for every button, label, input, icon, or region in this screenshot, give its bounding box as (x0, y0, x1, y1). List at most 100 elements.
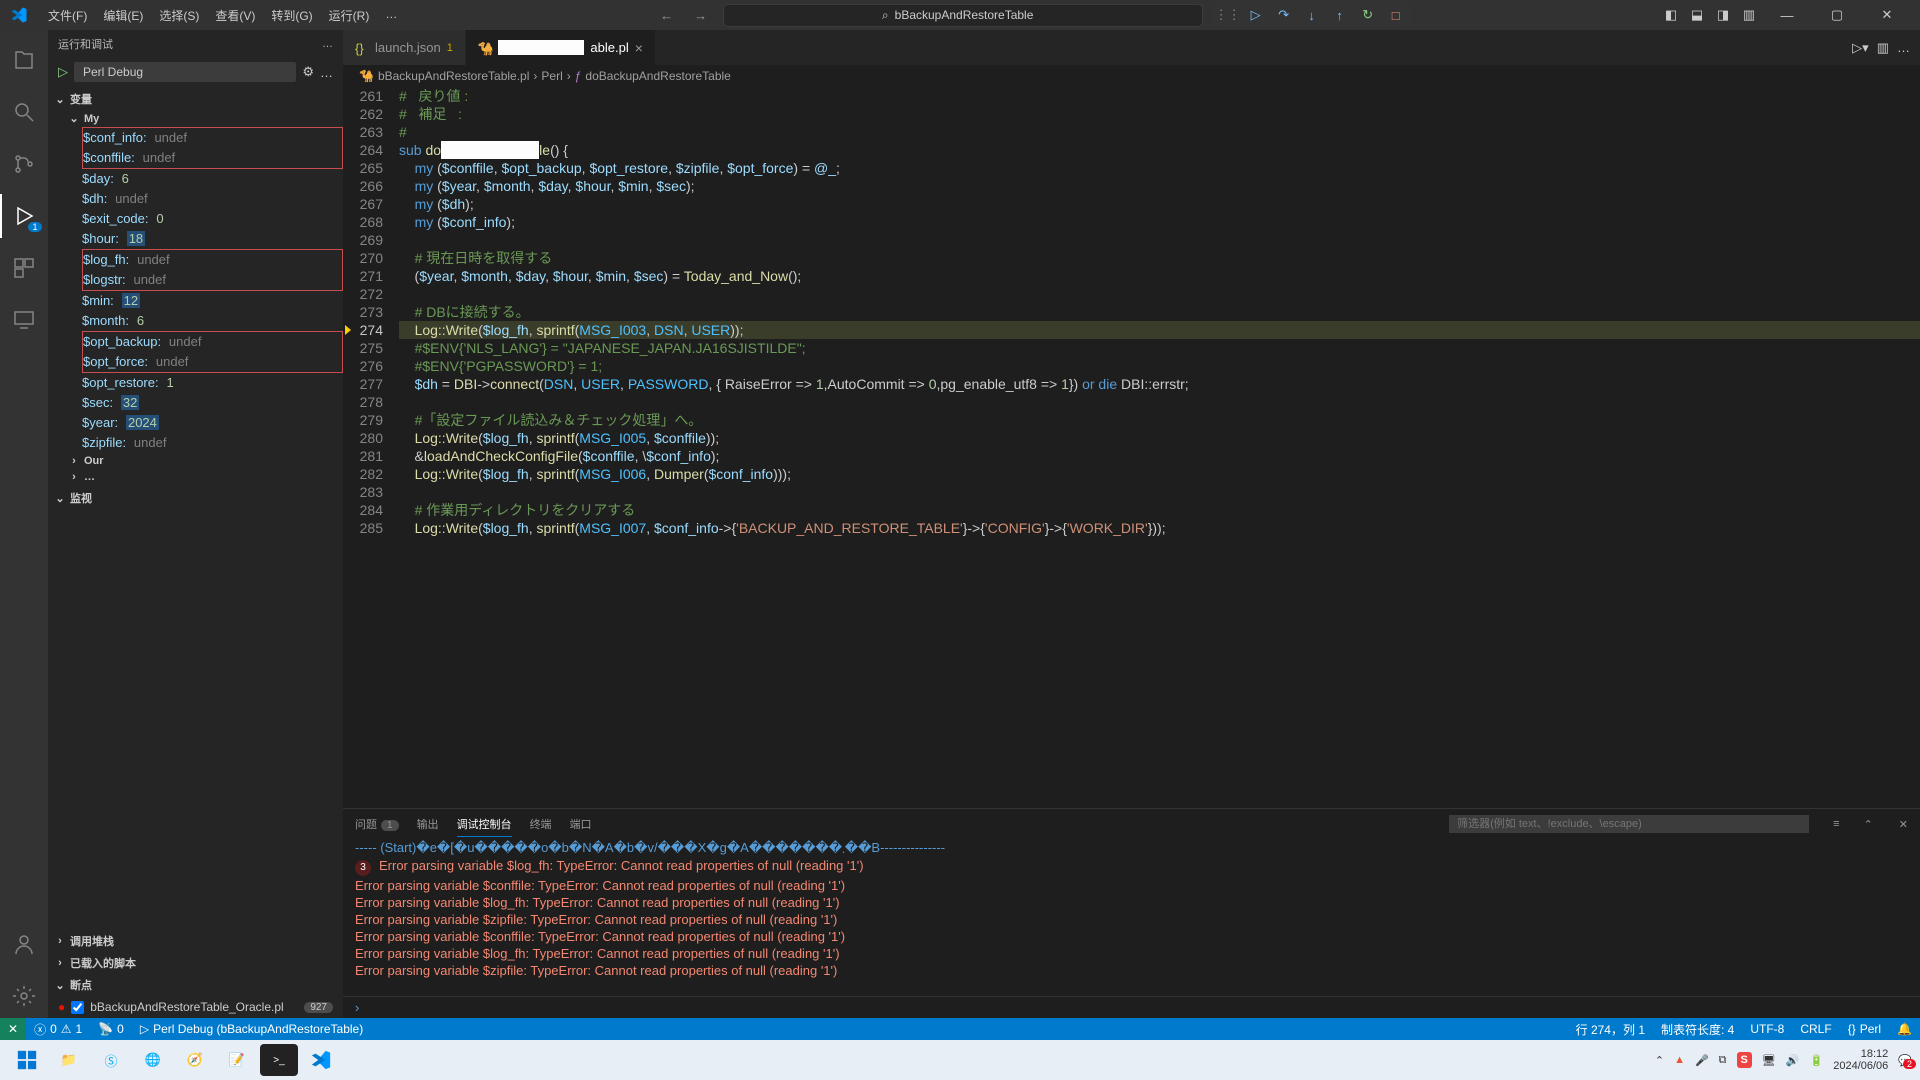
code-line[interactable]: #$ENV{'NLS_LANG'} = "JAPANESE_JAPAN.JA16… (399, 339, 1920, 357)
code-line[interactable] (399, 285, 1920, 303)
run-debug-icon[interactable]: 1 (0, 194, 48, 238)
code-line[interactable]: # 作業用ディレクトリをクリアする (399, 501, 1920, 519)
code-editor[interactable]: 2612622632642652662672682692702712722732… (343, 87, 1920, 808)
gear-icon[interactable]: ⚙ (302, 64, 314, 80)
start-debug-icon[interactable]: ▷ (58, 64, 68, 80)
section-loaded[interactable]: ›已载入的脚本 (48, 952, 343, 974)
file-explorer-icon[interactable]: 📁 (50, 1044, 88, 1076)
problems-status[interactable]: ⓧ 0 ⚠ 1 (26, 1021, 90, 1038)
accounts-icon[interactable] (0, 922, 48, 966)
notepad-icon[interactable]: 📝 (218, 1044, 256, 1076)
window-minimize-icon[interactable]: — (1764, 0, 1810, 30)
layout-bottom-icon[interactable]: ⬓ (1686, 4, 1708, 26)
console-filter-input[interactable] (1449, 815, 1809, 833)
debug-console-output[interactable]: ----- (Start)�e�[�u�����o�b�N�A�b�v/���X… (343, 839, 1920, 996)
continue-icon[interactable]: ▷ (1243, 4, 1269, 26)
tray-icon[interactable]: 🖥 (1762, 1054, 1776, 1067)
menu-item[interactable]: 运行(R) (321, 5, 378, 26)
grip-icon[interactable]: ⋮⋮ (1215, 4, 1241, 26)
settings-gear-icon[interactable] (0, 974, 48, 1018)
breadcrumb[interactable]: 🐪 bBackupAndRestoreTable.pl› Perl› ƒ doB… (343, 65, 1920, 87)
panel-maximize-icon[interactable]: ⌃ (1864, 818, 1873, 831)
editor-tab[interactable]: {}launch.json1 (343, 30, 466, 65)
window-maximize-icon[interactable]: ▢ (1814, 0, 1860, 30)
scope-hidden[interactable]: ›… (48, 469, 343, 485)
step-into-icon[interactable]: ↓ (1299, 4, 1325, 26)
variable-row[interactable]: $year: 2024 (82, 413, 343, 433)
variable-row[interactable]: $day: 6 (82, 169, 343, 189)
tray-chevron-icon[interactable]: ⌃ (1655, 1054, 1664, 1067)
code-line[interactable]: my ($conf_info); (399, 213, 1920, 231)
variable-row[interactable]: $sec: 32 (82, 393, 343, 413)
menu-item[interactable]: 查看(V) (207, 5, 263, 26)
tab-debug-console[interactable]: 调试控制台 (457, 812, 512, 837)
variable-row[interactable]: $dh: undef (82, 189, 343, 209)
clock[interactable]: 18:122024/06/06 (1833, 1048, 1888, 1072)
edge-icon[interactable]: 🌐 (134, 1044, 172, 1076)
code-line[interactable] (399, 393, 1920, 411)
menu-item[interactable]: 选择(S) (151, 5, 207, 26)
code-line[interactable]: Log::Write($log_fh, sprintf(MSG_I005, $c… (399, 429, 1920, 447)
code-line[interactable]: ($year, $month, $day, $hour, $min, $sec)… (399, 267, 1920, 285)
more-icon[interactable]: … (322, 38, 333, 50)
close-tab-icon[interactable]: × (635, 40, 643, 56)
code-line[interactable]: Log::Write($log_fh, sprintf(MSG_I003, DS… (399, 321, 1920, 339)
menu-item[interactable]: 编辑(E) (95, 5, 151, 26)
code-line[interactable]: #$ENV{'PGPASSWORD'} = 1; (399, 357, 1920, 375)
ports-status[interactable]: 📡 0 (90, 1022, 132, 1036)
split-editor-icon[interactable]: ▥ (1877, 40, 1889, 56)
indentation[interactable]: 制表符长度: 4 (1653, 1021, 1742, 1038)
code-line[interactable]: &loadAndCheckConfigFile($conffile, \$con… (399, 447, 1920, 465)
code-line[interactable] (399, 231, 1920, 249)
code-line[interactable]: Log::Write($log_fh, sprintf(MSG_I007, $c… (399, 519, 1920, 537)
nav-forward-icon[interactable]: → (689, 3, 713, 27)
variable-row[interactable]: $hour: 18 (82, 229, 343, 249)
scope-our[interactable]: ›Our (48, 453, 343, 469)
eol[interactable]: CRLF (1792, 1022, 1839, 1036)
variable-row[interactable]: $opt_backup: undef (82, 331, 343, 352)
language-mode[interactable]: {} Perl (1840, 1022, 1889, 1036)
microphone-icon[interactable]: 🎤 (1695, 1054, 1709, 1067)
code-line[interactable]: # (399, 123, 1920, 141)
battery-icon[interactable]: 🔋 (1810, 1054, 1824, 1067)
scope-my[interactable]: ⌄My (48, 110, 343, 127)
code-line[interactable]: my ($year, $month, $day, $hour, $min, $s… (399, 177, 1920, 195)
tab-problems[interactable]: 问题1 (355, 812, 399, 836)
tab-output[interactable]: 输出 (417, 812, 439, 836)
variable-row[interactable]: $exit_code: 0 (82, 209, 343, 229)
more-actions-icon[interactable]: … (1897, 40, 1910, 55)
tray-icon[interactable]: ▲ (1674, 1054, 1685, 1066)
code-line[interactable]: #「設定ファイル読込み＆チェック処理」へ。 (399, 411, 1920, 429)
vscode-taskbar-icon[interactable] (302, 1044, 340, 1076)
notifications-icon[interactable]: 🔔 (1889, 1022, 1920, 1036)
section-watch[interactable]: ⌄监视 (48, 487, 343, 509)
code-line[interactable]: # 補足 : (399, 105, 1920, 123)
section-variables[interactable]: ⌄变量 (48, 88, 343, 110)
variable-row[interactable]: $conf_info: undef (82, 127, 343, 148)
code-line[interactable]: my ($dh); (399, 195, 1920, 213)
skype-icon[interactable]: Ⓢ (92, 1044, 130, 1076)
console-input[interactable]: › (343, 996, 1920, 1018)
code-line[interactable]: my ($conffile, $opt_backup, $opt_restore… (399, 159, 1920, 177)
code-line[interactable]: # 現在日時を取得する (399, 249, 1920, 267)
layout-left-icon[interactable]: ◧ (1660, 4, 1682, 26)
variable-row[interactable]: $opt_force: undef (82, 352, 343, 373)
tab-ports[interactable]: 端口 (570, 812, 592, 836)
code-line[interactable]: # DBに接続する。 (399, 303, 1920, 321)
section-callstack[interactable]: ›调用堆栈 (48, 930, 343, 952)
variable-row[interactable]: $zipfile: undef (82, 433, 343, 453)
layout-customize-icon[interactable]: ▥ (1738, 4, 1760, 26)
remote-icon[interactable] (0, 298, 48, 342)
variable-row[interactable]: $logstr: undef (82, 270, 343, 291)
step-over-icon[interactable]: ↷ (1271, 4, 1297, 26)
source-control-icon[interactable] (0, 142, 48, 186)
remote-indicator[interactable]: ✕ (0, 1018, 26, 1040)
search-sidebar-icon[interactable] (0, 90, 48, 134)
layout-right-icon[interactable]: ◨ (1712, 4, 1734, 26)
debug-status[interactable]: ▷ Perl Debug (bBackupAndRestoreTable) (132, 1022, 371, 1036)
editor-tab[interactable]: 🐪xable.pl× (466, 30, 656, 65)
menu-item[interactable]: … (377, 5, 405, 26)
tab-terminal[interactable]: 终端 (530, 812, 552, 836)
explorer-icon[interactable] (0, 38, 48, 82)
app-icon[interactable]: 🧭 (176, 1044, 214, 1076)
